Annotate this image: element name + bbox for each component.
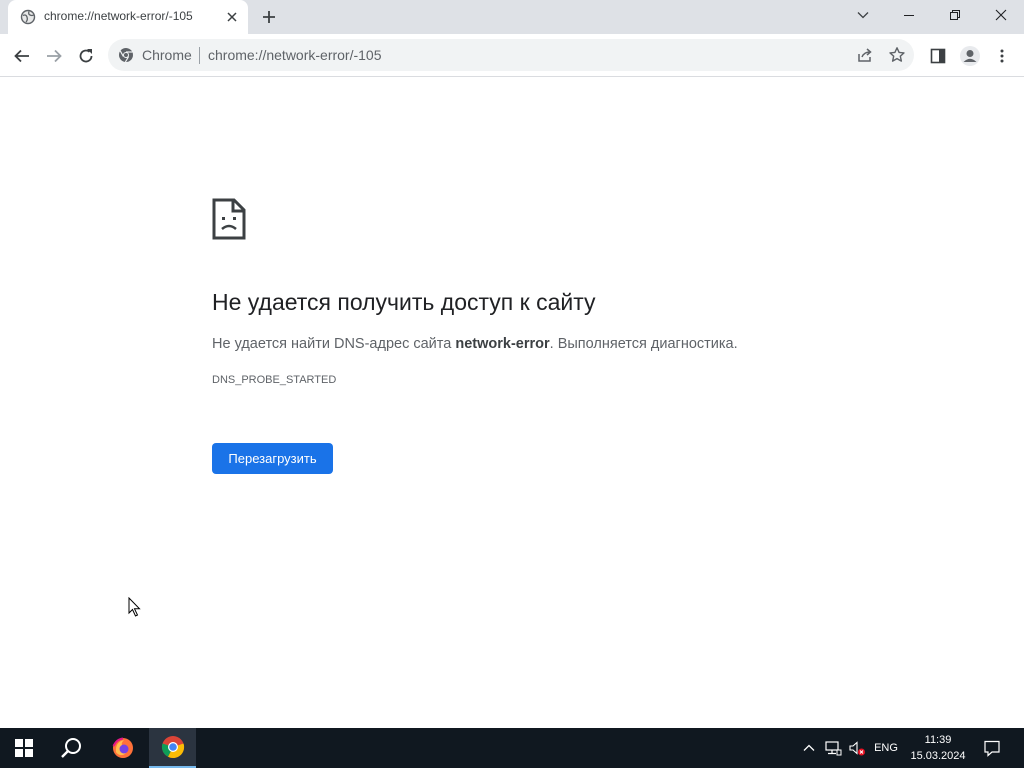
menu-kebab-icon[interactable] bbox=[988, 42, 1016, 70]
globe-icon bbox=[20, 9, 36, 25]
reload-button[interactable] bbox=[72, 42, 100, 70]
taskbar: ENG 11:39 15.03.2024 bbox=[0, 728, 1024, 768]
mouse-cursor-icon bbox=[128, 596, 142, 617]
toolbar: Chrome chrome://network-error/-105 bbox=[0, 34, 1024, 77]
bookmark-star-icon[interactable] bbox=[888, 46, 906, 64]
search-button[interactable] bbox=[48, 728, 96, 768]
sad-page-icon bbox=[212, 198, 246, 240]
clock-date: 15.03.2024 bbox=[910, 750, 966, 762]
new-tab-button[interactable] bbox=[259, 7, 279, 27]
address-bar[interactable]: Chrome chrome://network-error/-105 bbox=[108, 39, 914, 71]
error-title: Не удается получить доступ к сайту bbox=[212, 289, 596, 315]
forward-button[interactable] bbox=[40, 42, 68, 70]
tab-close-icon[interactable] bbox=[224, 9, 240, 25]
volume-muted-icon[interactable] bbox=[846, 728, 868, 768]
side-panel-button[interactable] bbox=[924, 42, 952, 70]
error-desc-suffix: . Выполняется диагностика. bbox=[549, 336, 738, 352]
clock-time: 11:39 bbox=[924, 734, 952, 746]
profile-avatar[interactable] bbox=[956, 42, 984, 70]
url-text[interactable]: chrome://network-error/-105 bbox=[208, 47, 382, 63]
tab-strip: chrome://network-error/-105 bbox=[0, 0, 1024, 34]
error-host: network-error bbox=[455, 336, 550, 352]
chrome-taskbar-icon[interactable] bbox=[149, 728, 196, 768]
error-code: DNS_PROBE_STARTED bbox=[212, 374, 337, 386]
close-window-button[interactable] bbox=[978, 0, 1024, 30]
tab-title: chrome://network-error/-105 bbox=[44, 9, 193, 23]
minimize-button[interactable] bbox=[886, 0, 932, 30]
omnibox-divider bbox=[199, 47, 200, 64]
restore-button[interactable] bbox=[932, 0, 978, 30]
firefox-taskbar-icon[interactable] bbox=[99, 728, 147, 768]
network-icon[interactable] bbox=[822, 728, 844, 768]
tab-search-button[interactable] bbox=[840, 0, 886, 30]
page-content: Не удается получить доступ к сайту Не уд… bbox=[0, 78, 1024, 728]
reload-page-button[interactable]: Перезагрузить bbox=[212, 443, 333, 474]
tray-chevron-up-icon[interactable] bbox=[800, 728, 818, 768]
back-button[interactable] bbox=[8, 42, 36, 70]
error-desc-prefix: Не удается найти DNS-адрес сайта bbox=[212, 336, 456, 352]
chrome-icon[interactable] bbox=[118, 47, 134, 63]
tab-active[interactable]: chrome://network-error/-105 bbox=[8, 0, 248, 34]
error-description: Не удается найти DNS-адрес сайта network… bbox=[212, 336, 738, 352]
notifications-icon[interactable] bbox=[978, 728, 1006, 768]
site-chip-label: Chrome bbox=[142, 47, 192, 63]
taskbar-clock[interactable]: 11:39 15.03.2024 bbox=[904, 732, 972, 764]
language-indicator[interactable]: ENG bbox=[870, 728, 902, 768]
start-button[interactable] bbox=[0, 728, 48, 768]
share-icon[interactable] bbox=[856, 46, 874, 64]
